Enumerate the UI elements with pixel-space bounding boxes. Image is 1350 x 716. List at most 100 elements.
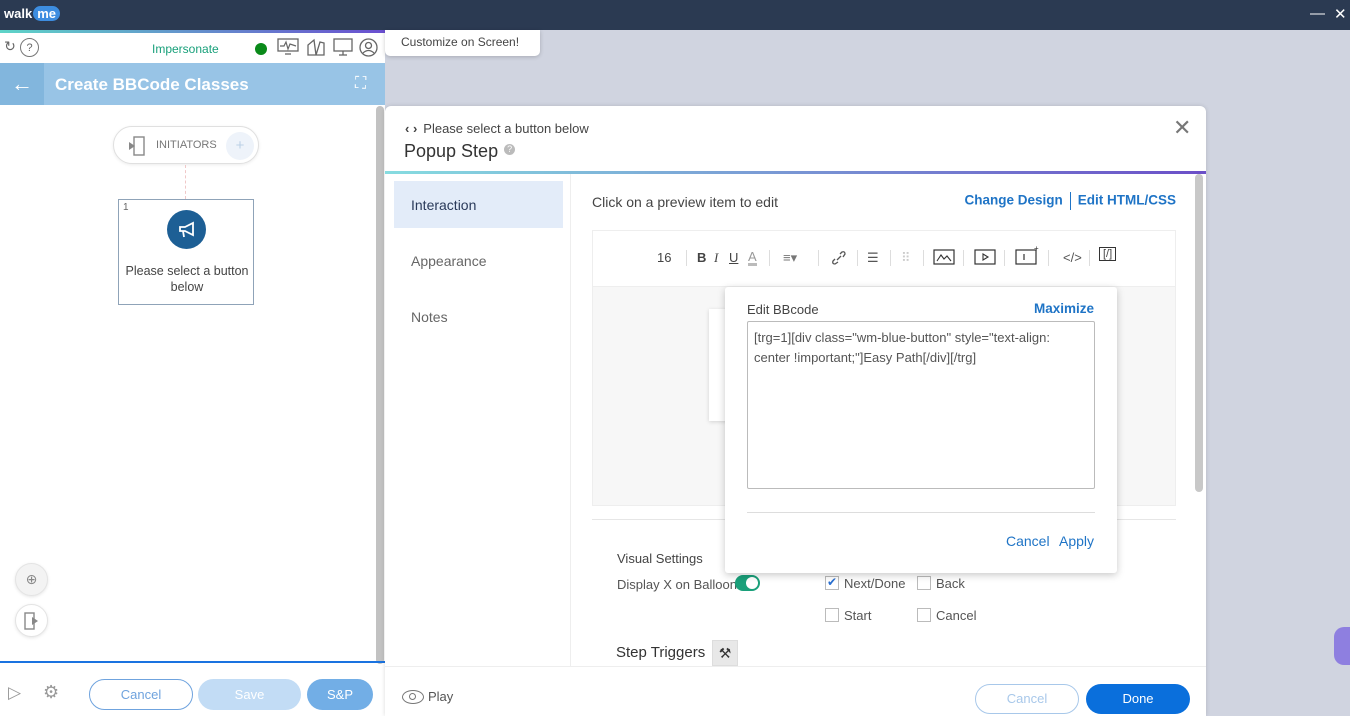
dialog-title: Popup Step? bbox=[404, 141, 516, 162]
play-icon[interactable]: ▷ bbox=[8, 683, 21, 703]
dialog-footer: Play Cancel Done bbox=[385, 666, 1206, 716]
checkbox-back[interactable]: Back bbox=[917, 576, 965, 591]
code-icon[interactable]: </> bbox=[1063, 250, 1082, 265]
checkbox-start[interactable]: Start bbox=[825, 608, 871, 623]
tab-notes[interactable]: Notes bbox=[394, 293, 563, 340]
display-x-label: Display X on Balloon bbox=[617, 577, 737, 592]
display-x-toggle[interactable] bbox=[735, 575, 760, 591]
design-links: Change Design Edit HTML/CSS bbox=[964, 192, 1176, 210]
edit-html-css-link[interactable]: Edit HTML/CSS bbox=[1078, 193, 1176, 208]
refresh-icon[interactable]: ↻ bbox=[0, 38, 20, 58]
save-button[interactable]: Save bbox=[198, 679, 301, 710]
preview-icon[interactable] bbox=[333, 38, 353, 58]
tab-appearance[interactable]: Appearance bbox=[394, 237, 563, 284]
sidebar-scrollbar[interactable] bbox=[376, 106, 384, 664]
initiators-label: INITIATORS bbox=[156, 139, 217, 151]
design-icon[interactable] bbox=[306, 38, 326, 58]
user-icon[interactable] bbox=[358, 38, 378, 58]
align-dropdown-icon[interactable]: ≡▾ bbox=[783, 250, 797, 266]
flow-title: Create BBCode Classes bbox=[55, 75, 249, 94]
change-design-link[interactable]: Change Design bbox=[964, 193, 1062, 208]
tab-interaction[interactable]: Interaction bbox=[394, 181, 563, 228]
connector-line bbox=[185, 165, 186, 199]
add-initiator-button[interactable]: + bbox=[226, 132, 254, 160]
toolbar-separator bbox=[769, 250, 770, 266]
step-number: 1 bbox=[123, 202, 129, 213]
toolbar-separator bbox=[963, 250, 964, 266]
editor-toolbar: ↻ ? Impersonate bbox=[0, 33, 385, 63]
visual-settings-label: Visual Settings bbox=[617, 551, 703, 566]
breadcrumb: ‹ › Please select a button below bbox=[405, 121, 589, 136]
minimize-button[interactable]: — bbox=[1310, 5, 1325, 22]
checkbox-next-done[interactable]: Next/Done bbox=[825, 575, 905, 591]
step-title: Please select a button below bbox=[125, 264, 249, 294]
maximize-link[interactable]: Maximize bbox=[1034, 301, 1094, 316]
preview-hint: Click on a preview item to edit bbox=[592, 194, 778, 210]
toolbar-separator bbox=[890, 250, 891, 266]
sidebar-footer: ▷ ⚙ Cancel Save S&P bbox=[0, 663, 385, 716]
link-divider bbox=[1069, 192, 1071, 210]
step-triggers-label: Step Triggers bbox=[616, 644, 706, 661]
checkbox-cancel[interactable]: Cancel bbox=[917, 608, 976, 623]
dialog-cancel-button[interactable]: Cancel bbox=[975, 684, 1079, 714]
list-icon[interactable]: ☰ bbox=[867, 250, 879, 266]
impersonate-link[interactable]: Impersonate bbox=[152, 42, 219, 56]
svg-text:+: + bbox=[1034, 245, 1039, 253]
expand-icon[interactable]: ⛶ bbox=[355, 75, 366, 93]
play-preview[interactable]: Play bbox=[402, 689, 453, 704]
checkbox-box[interactable] bbox=[917, 576, 931, 590]
video-icon[interactable] bbox=[974, 248, 996, 269]
help-icon[interactable]: ? bbox=[20, 38, 39, 57]
rich-text-toolbar: 16 B I U A ≡▾ ☰ ⠿ + </> [/] bbox=[592, 230, 1176, 286]
step-card[interactable]: 1 Please select a button below bbox=[118, 199, 254, 305]
customize-on-screen-tab[interactable]: Customize on Screen! bbox=[385, 30, 540, 56]
bbcode-cancel-button[interactable]: Cancel bbox=[1006, 533, 1050, 549]
link-icon[interactable] bbox=[831, 250, 847, 269]
edit-bbcode-popover: Edit BBcode Maximize Cancel Apply bbox=[725, 287, 1117, 573]
toolbar-separator bbox=[818, 250, 819, 266]
eye-icon bbox=[402, 690, 424, 704]
toolbar-separator bbox=[686, 250, 687, 266]
zoom-in-icon[interactable]: ⊕ bbox=[15, 563, 48, 596]
checkbox-box[interactable] bbox=[825, 575, 839, 590]
bbcode-title: Edit BBcode bbox=[747, 302, 819, 317]
exit-door-icon[interactable] bbox=[15, 604, 48, 637]
checkbox-box[interactable] bbox=[825, 608, 839, 622]
done-button[interactable]: Done bbox=[1086, 684, 1190, 714]
prev-next-arrows-icon[interactable]: ‹ › bbox=[405, 121, 417, 136]
editor-sidebar: ↻ ? Impersonate ← Create BBCode Classes … bbox=[0, 30, 385, 716]
toolbar-separator bbox=[1004, 250, 1005, 266]
flow-header: ← Create BBCode Classes ⛶ bbox=[0, 63, 385, 105]
chat-widget-icon[interactable] bbox=[1334, 627, 1350, 665]
cancel-button[interactable]: Cancel bbox=[89, 679, 193, 710]
popover-divider bbox=[747, 512, 1095, 513]
dialog-nav: Interaction Appearance Notes bbox=[385, 174, 571, 666]
bbcode-textarea[interactable] bbox=[747, 321, 1095, 489]
insert-field-icon[interactable]: + bbox=[1015, 244, 1039, 268]
close-dialog-icon[interactable]: ✕ bbox=[1173, 115, 1191, 141]
image-icon[interactable] bbox=[933, 248, 955, 269]
back-arrow-icon[interactable]: ← bbox=[0, 63, 44, 105]
bold-icon[interactable]: B bbox=[697, 250, 706, 265]
save-and-publish-button[interactable]: S&P bbox=[307, 679, 373, 710]
underline-icon[interactable]: U bbox=[729, 250, 738, 265]
bbcode-icon[interactable]: [/] bbox=[1099, 247, 1117, 261]
checkbox-box[interactable] bbox=[917, 608, 931, 622]
megaphone-icon bbox=[167, 210, 206, 249]
toolbar-separator bbox=[857, 250, 858, 266]
status-indicator bbox=[255, 43, 267, 55]
gavel-icon[interactable]: ⚒ bbox=[712, 640, 738, 666]
bbcode-apply-button[interactable]: Apply bbox=[1059, 533, 1094, 549]
dialog-scrollbar[interactable] bbox=[1195, 174, 1203, 492]
monitor-icon[interactable] bbox=[277, 38, 299, 58]
text-color-icon[interactable]: A bbox=[748, 250, 757, 266]
initiators-node[interactable]: INITIATORS + bbox=[113, 126, 259, 164]
font-size-select[interactable]: 16 bbox=[657, 250, 671, 265]
toolbar-separator bbox=[1048, 250, 1049, 266]
toolbar-separator bbox=[923, 250, 924, 266]
italic-icon[interactable]: I bbox=[714, 250, 718, 266]
unlink-icon: ⠿ bbox=[901, 250, 911, 265]
help-icon[interactable]: ? bbox=[504, 144, 516, 155]
close-window-button[interactable]: ✕ bbox=[1334, 5, 1347, 23]
settings-gear-icon[interactable]: ⚙ bbox=[43, 682, 59, 703]
